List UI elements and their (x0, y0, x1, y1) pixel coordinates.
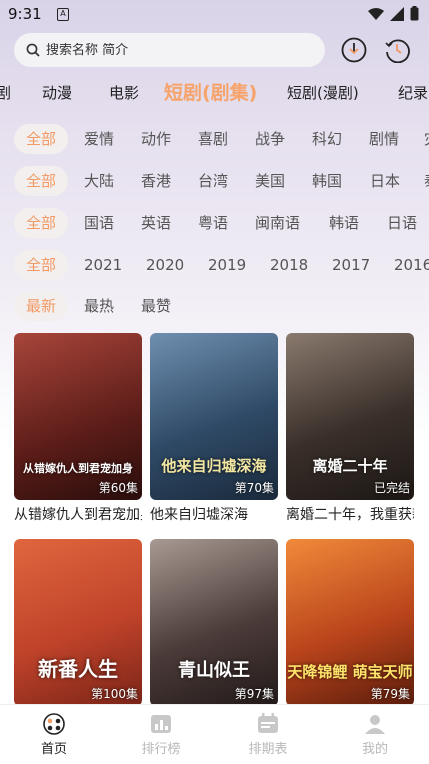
year-chip[interactable]: 2019 (208, 250, 246, 280)
poster-title-art: 新番人生 (38, 657, 118, 681)
status-icons (368, 6, 419, 21)
nav-label: 排期表 (248, 742, 288, 757)
genre-chip[interactable]: 动作 (141, 124, 171, 154)
language-chip[interactable]: 韩语 (329, 208, 359, 238)
genre-chip[interactable]: 剧情 (369, 124, 399, 154)
poster-image: 他来自归墟深海 第70集 (150, 333, 278, 500)
status-bar: 9:31 A (0, 0, 429, 30)
language-chip-all[interactable]: 全部 (14, 208, 69, 238)
nav-home[interactable]: 首页 (14, 713, 94, 757)
tab-short-drama-series[interactable]: 短剧(剧集) (164, 78, 257, 108)
search-icon (26, 43, 40, 57)
poster-title-art: 天降锦鲤 萌宝天师 (287, 663, 413, 681)
battery-icon (410, 6, 419, 21)
region-filter: 全部 大陆 香港 台湾 美国 韩国 日本 泰 (0, 166, 429, 198)
drama-card[interactable]: 从错嫁仇人到君宠加身 第60集 从错嫁仇人到君宠加身 (14, 333, 142, 524)
sort-chip-latest[interactable]: 最新 (14, 291, 69, 321)
poster-image: 青山似王 第97集 (150, 539, 278, 706)
tab-documentary[interactable]: 纪录 (398, 78, 428, 108)
genre-chip[interactable]: 灾 (424, 124, 429, 154)
language-chip[interactable]: 闽南语 (255, 208, 300, 238)
poster-image: 天降锦鲤 萌宝天师 第79集 (286, 539, 414, 706)
card-title: 他来自归墟深海 (150, 507, 248, 523)
year-chip[interactable]: 2016 (394, 250, 429, 280)
year-chip-all[interactable]: 全部 (14, 250, 69, 280)
nav-schedule[interactable]: 排期表 (228, 713, 308, 757)
nav-label: 排行榜 (141, 742, 181, 757)
language-chip[interactable]: 英语 (141, 208, 171, 238)
history-icon[interactable] (384, 37, 410, 63)
drama-card[interactable]: 离婚二十年 已完结 离婚二十年，我重获新生 (286, 333, 414, 524)
sim-card-icon: A (57, 8, 69, 21)
tab-movies[interactable]: 电影 (109, 78, 139, 108)
region-chip[interactable]: 韩国 (312, 166, 342, 196)
region-chip[interactable]: 日本 (370, 166, 400, 196)
region-chip[interactable]: 泰 (424, 166, 429, 196)
nav-profile[interactable]: 我的 (335, 713, 415, 757)
year-chip[interactable]: 2020 (146, 250, 184, 280)
genre-chip[interactable]: 爱情 (84, 124, 114, 154)
episode-badge: 第79集 (370, 687, 410, 701)
language-chip[interactable]: 国语 (84, 208, 114, 238)
bottom-nav: 首页 排行榜 排期表 我的 (0, 704, 429, 764)
poster-title-art: 离婚二十年 (312, 457, 388, 475)
drama-card[interactable]: 青山似王 第97集 (150, 539, 278, 706)
genre-chip[interactable]: 战争 (255, 124, 285, 154)
download-icon[interactable] (341, 37, 367, 63)
genre-filter: 全部 爱情 动作 喜剧 战争 科幻 剧情 灾 (0, 124, 429, 156)
poster-image: 从错嫁仇人到君宠加身 第60集 (14, 333, 142, 500)
card-title: 离婚二十年，我重获新生 (286, 507, 414, 523)
poster-image: 新番人生 第100集 (14, 539, 142, 706)
nav-label: 我的 (361, 742, 388, 757)
region-chip[interactable]: 美国 (255, 166, 285, 196)
language-filter: 全部 国语 英语 粤语 闽南语 韩语 日语 (0, 208, 429, 240)
language-chip[interactable]: 粤语 (198, 208, 228, 238)
genre-chip[interactable]: 科幻 (312, 124, 342, 154)
drama-card[interactable]: 新番人生 第100集 (14, 539, 142, 706)
poster-title-art: 青山似王 (178, 660, 250, 681)
drama-card[interactable]: 天降锦鲤 萌宝天师 第79集 (286, 539, 414, 706)
home-icon (43, 713, 65, 735)
year-chip[interactable]: 2018 (270, 250, 308, 280)
search-bar[interactable] (14, 33, 325, 67)
episode-badge: 第70集 (234, 481, 274, 495)
nav-ranking[interactable]: 排行榜 (121, 713, 201, 757)
card-title: 从错嫁仇人到君宠加身 (14, 507, 142, 523)
episode-badge: 第100集 (91, 687, 138, 701)
signal-icon (390, 6, 404, 21)
genre-chip[interactable]: 喜剧 (198, 124, 228, 154)
genre-chip-all[interactable]: 全部 (14, 124, 69, 154)
episode-badge: 第60集 (98, 481, 138, 495)
episode-badge: 第97集 (234, 687, 274, 701)
status-time: 9:31 (8, 5, 42, 23)
language-chip[interactable]: 日语 (387, 208, 417, 238)
category-tabs: 剧 动漫 电影 短剧(剧集) 短剧(漫剧) 纪录 (0, 78, 429, 108)
tab-anime[interactable]: 动漫 (42, 78, 72, 108)
region-chip[interactable]: 大陆 (84, 166, 114, 196)
user-icon (365, 715, 385, 734)
tab-short-drama-comic[interactable]: 短剧(漫剧) (287, 78, 359, 108)
search-input[interactable] (46, 42, 306, 58)
poster-title-art: 他来自归墟深海 (161, 457, 267, 475)
year-filter: 全部 2021 2020 2019 2018 2017 2016 (0, 250, 429, 282)
sort-chip-most-liked[interactable]: 最赞 (141, 291, 171, 321)
calendar-icon (258, 713, 278, 733)
region-chip-all[interactable]: 全部 (14, 166, 69, 196)
ranking-icon (151, 715, 171, 733)
episode-badge: 已完结 (373, 481, 410, 495)
poster-title-art: 从错嫁仇人到君宠加身 (23, 462, 133, 475)
tab-tv-series[interactable]: 剧 (0, 78, 11, 108)
region-chip[interactable]: 香港 (141, 166, 171, 196)
sort-filter: 最新 最热 最赞 (0, 291, 429, 323)
poster-image: 离婚二十年 已完结 (286, 333, 414, 500)
region-chip[interactable]: 台湾 (198, 166, 228, 196)
drama-card[interactable]: 他来自归墟深海 第70集 他来自归墟深海 (150, 333, 278, 524)
sort-chip-hottest[interactable]: 最热 (84, 291, 114, 321)
year-chip[interactable]: 2021 (84, 250, 122, 280)
nav-label: 首页 (40, 742, 67, 757)
year-chip[interactable]: 2017 (332, 250, 370, 280)
wifi-icon (368, 7, 384, 20)
